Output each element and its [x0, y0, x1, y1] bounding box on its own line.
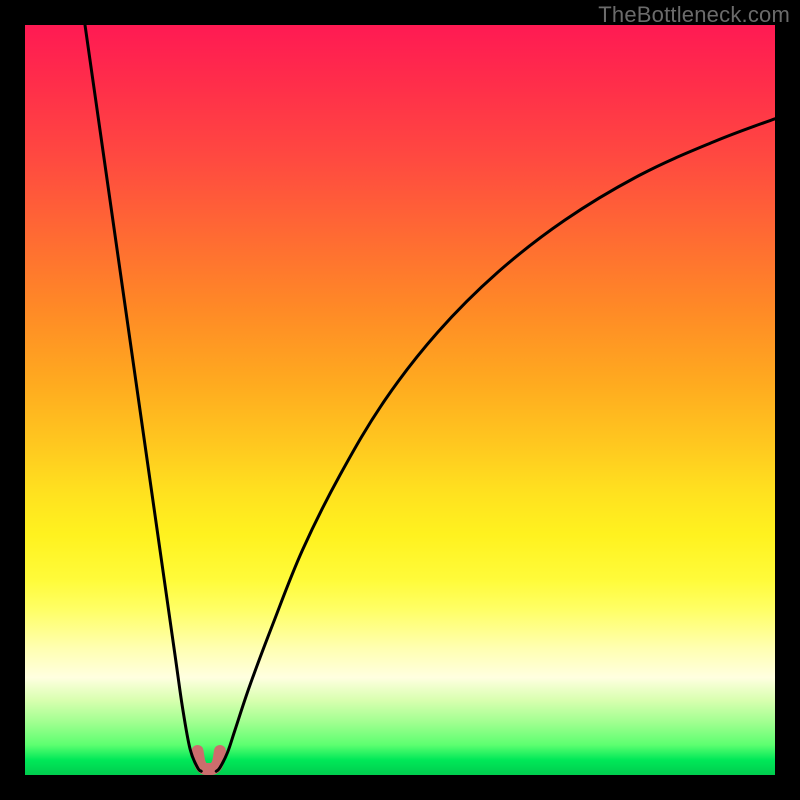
plot-area — [25, 25, 775, 775]
chart-frame: TheBottleneck.com — [0, 0, 800, 800]
curve-left-branch — [85, 25, 201, 771]
curve-layer — [25, 25, 775, 775]
valley-marker — [198, 751, 221, 769]
curve-right-branch — [216, 119, 775, 772]
